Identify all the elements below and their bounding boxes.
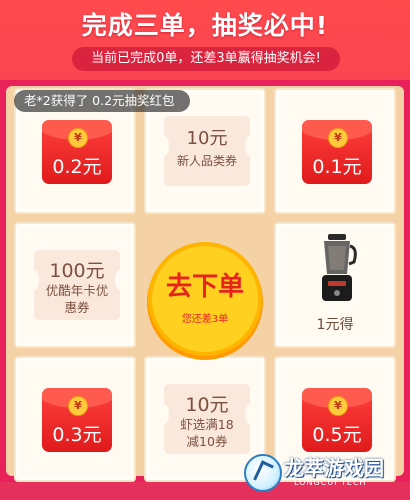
page-title: 完成三单，抽奖必中! [81, 11, 329, 40]
coupon-value: 10元 [186, 128, 228, 149]
watermark-name: 龙萃游戏园 [284, 456, 384, 480]
prize-cell-7: ¥ 0.3元 [14, 356, 136, 482]
coupon-card: 10元 虾选满18减10券 [159, 384, 255, 454]
red-envelope: ¥ 0.1元 [302, 120, 372, 184]
yen-coin-icon: ¥ [328, 396, 348, 416]
watermark-sub: LONGCUI TECH [294, 478, 367, 487]
coupon-value: 10元 [185, 394, 229, 416]
watermark: 龙萃游戏园 LONGCUI TECH [236, 448, 406, 496]
red-envelope: ¥ 0.2元 [42, 120, 112, 184]
coupon-card: 10元 新人品类券 [159, 116, 255, 186]
envelope-amount: 0.5元 [312, 424, 362, 446]
orders-remaining: 您还差3单 [181, 314, 229, 325]
prize-label: 1元得 [316, 317, 354, 333]
envelope-amount: 0.1元 [312, 156, 362, 178]
yen-coin-icon: ¥ [68, 396, 88, 416]
yen-coin-icon: ¥ [68, 128, 88, 148]
prize-cell-4: 100元 优酷年卡优惠券 [14, 222, 136, 348]
envelope-amount: 0.2元 [52, 156, 102, 178]
place-order-label: 去下单 [165, 272, 244, 302]
coupon-value: 100元 [49, 260, 105, 282]
watermark-logo-icon [244, 454, 282, 492]
coupon-desc: 新人品类券 [176, 154, 237, 168]
envelope-amount: 0.3元 [52, 424, 102, 446]
coupon-desc: 虾选满18减10券 [180, 417, 234, 449]
progress-subtitle: 当前已完成0单，还差3单赢得抽奖机会! [72, 47, 340, 71]
place-order-button[interactable]: 去下单 您还差3单 [152, 246, 258, 352]
red-envelope: ¥ 0.3元 [42, 388, 112, 452]
prize-cell-3: ¥ 0.1元 [274, 88, 396, 214]
winner-toast: 老*2获得了 0.2元抽奖红包 [14, 90, 190, 112]
coupon-desc: 优酷年卡优惠券 [45, 283, 109, 315]
blender-icon [322, 234, 357, 301]
yen-coin-icon: ¥ [328, 128, 348, 148]
red-envelope: ¥ 0.5元 [302, 388, 372, 452]
prize-cell-6: 1元得 [274, 222, 396, 348]
coupon-card: 100元 优酷年卡优惠券 [29, 250, 125, 320]
